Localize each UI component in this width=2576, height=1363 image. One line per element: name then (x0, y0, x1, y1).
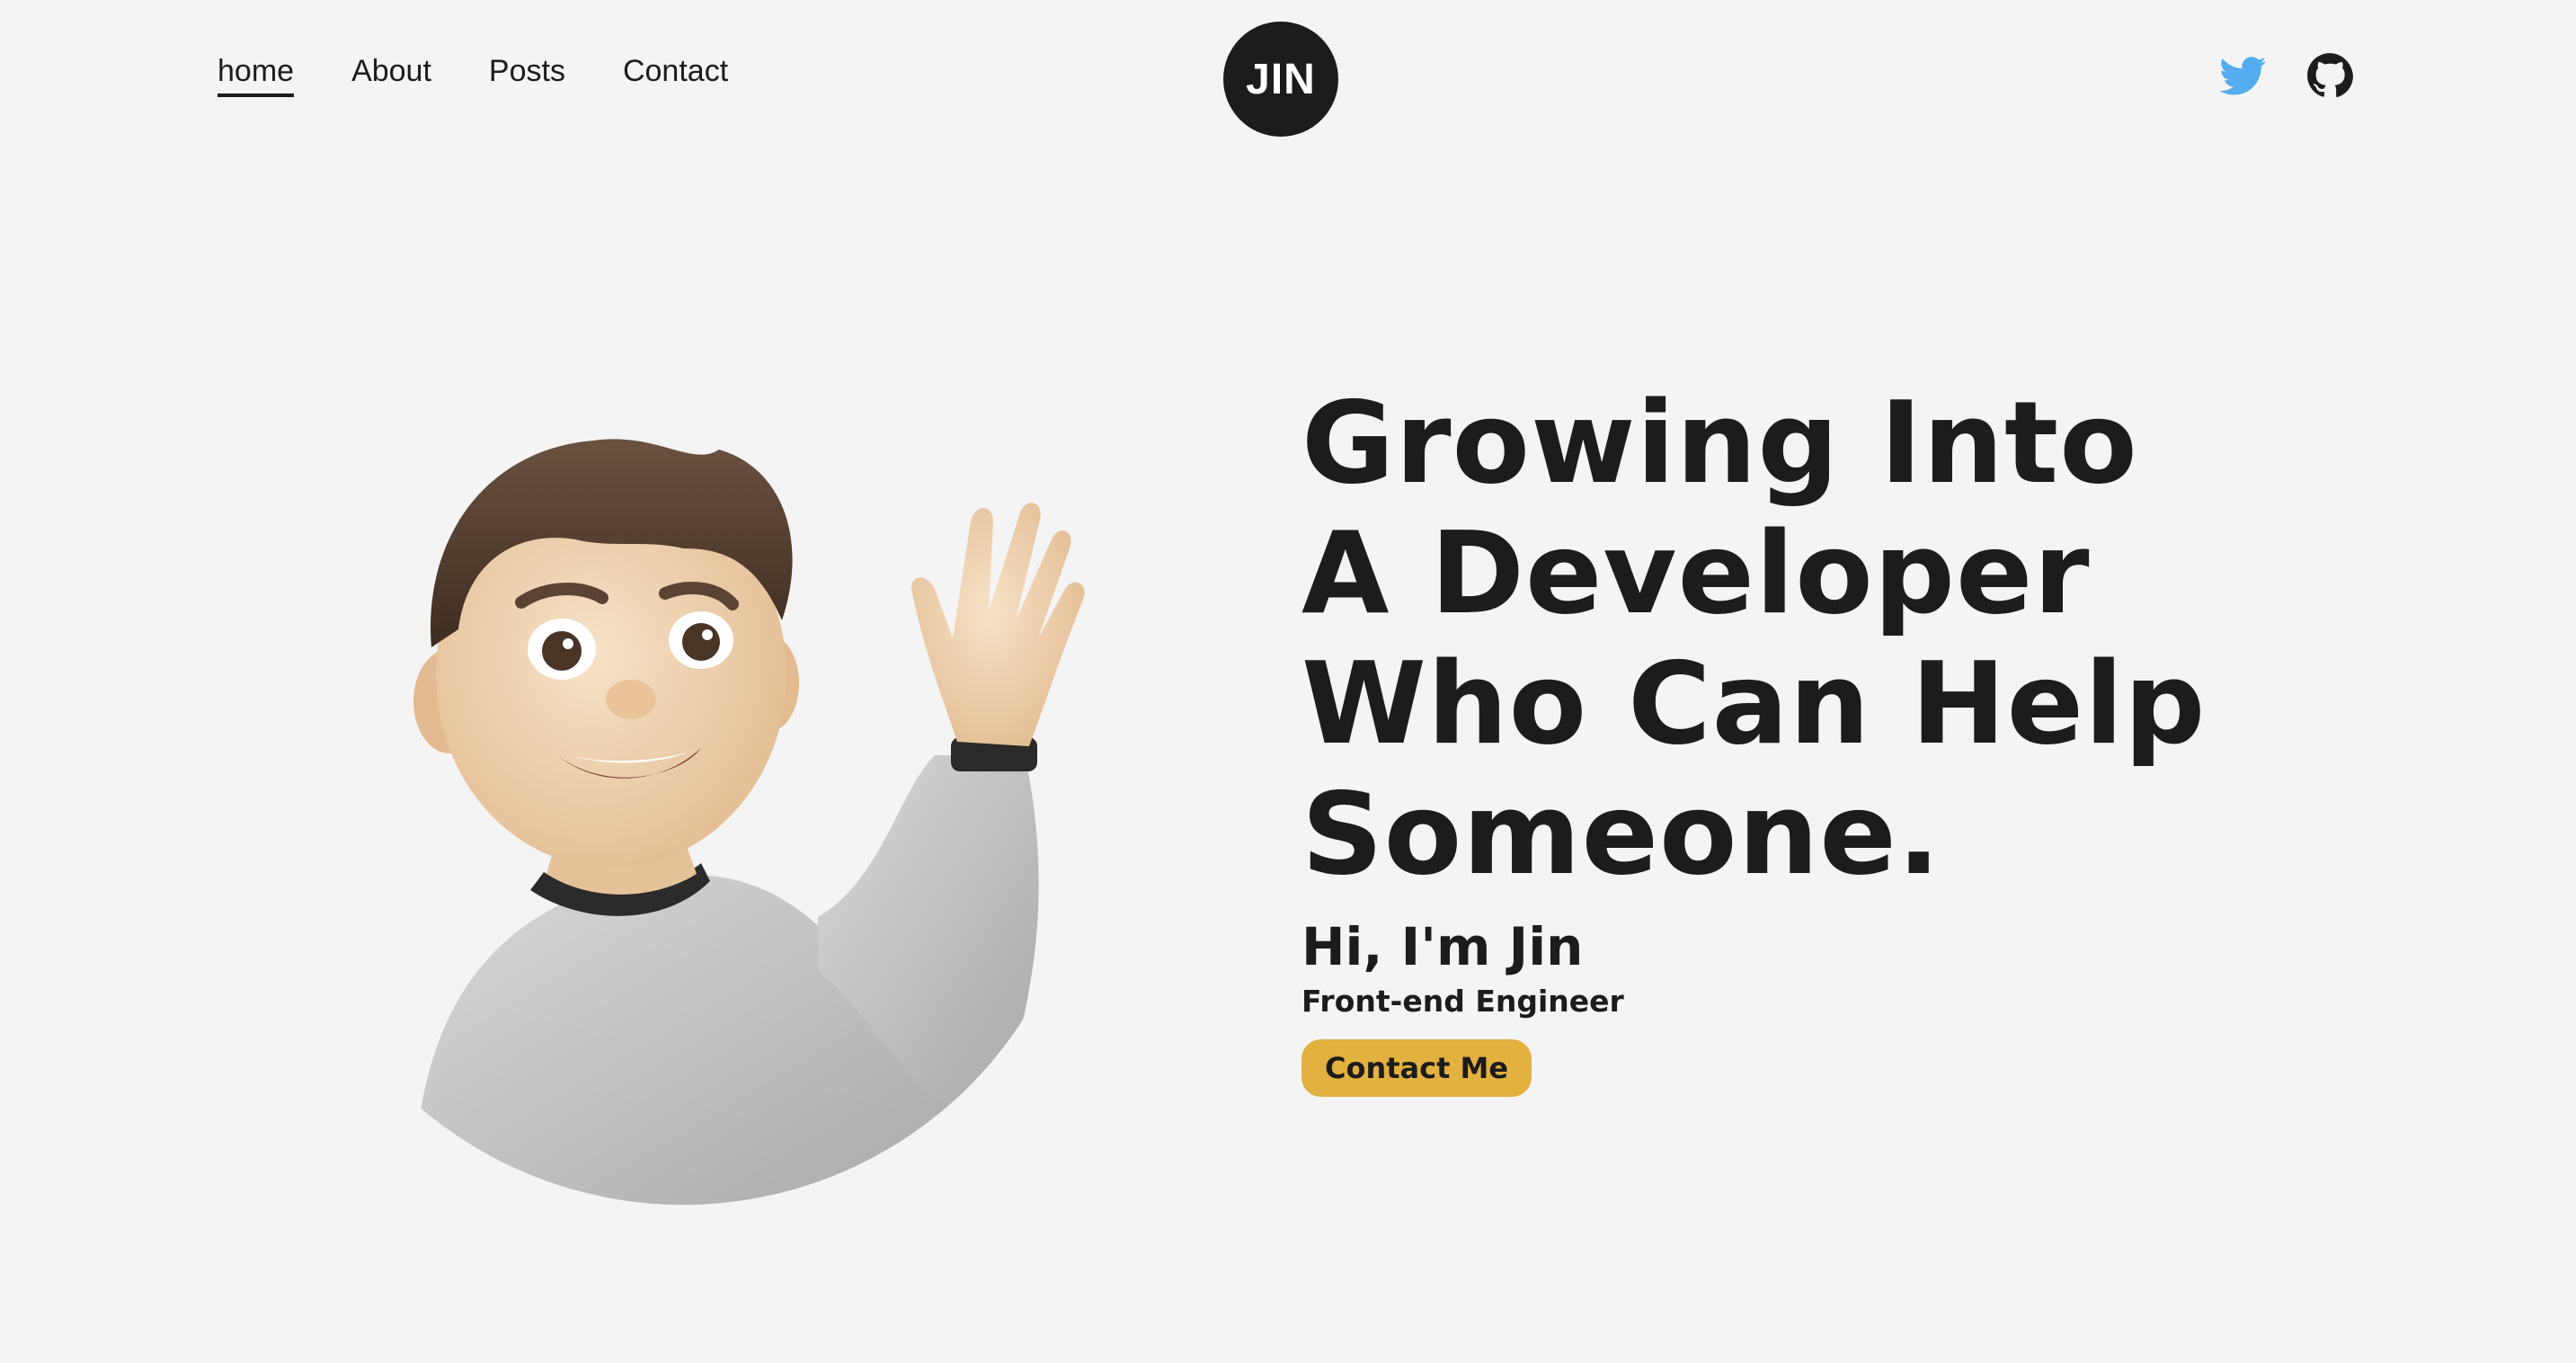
greeting: Hi, I'm Jin (1301, 916, 1584, 977)
github-link[interactable] (2306, 52, 2353, 99)
twitter-icon (2220, 57, 2267, 95)
avatar-icon (413, 439, 1085, 1205)
main-nav: home About Posts Contact (218, 56, 728, 97)
hero-headline: Growing Into A Developer Who Can Help So… (1301, 378, 2380, 899)
hero-section: Growing Into A Developer Who Can Help So… (1301, 378, 2380, 1097)
social-links (2220, 52, 2353, 99)
nav-home-link[interactable]: home (218, 56, 295, 97)
headline-line-3: Who Can Help (1301, 637, 2207, 770)
nav-contact-link[interactable]: Contact (623, 56, 728, 97)
github-icon (2307, 53, 2353, 98)
nav-posts-link[interactable]: Posts (489, 56, 565, 97)
nav-about-link[interactable]: About (351, 56, 431, 97)
twitter-link[interactable] (2220, 52, 2267, 99)
page: home About Posts Contact JIN Growing Int… (0, 0, 2576, 1363)
headline-line-4: Someone. (1301, 768, 1941, 900)
contact-me-button[interactable]: Contact Me (1301, 1039, 1532, 1097)
headline-line-2: A Developer (1301, 507, 2091, 639)
job-title: Front-end Engineer (1301, 984, 1624, 1019)
site-logo[interactable]: JIN (1223, 22, 1338, 137)
headline-line-1: Growing Into (1301, 377, 2138, 509)
waving-avatar-illustration (395, 414, 1133, 1205)
